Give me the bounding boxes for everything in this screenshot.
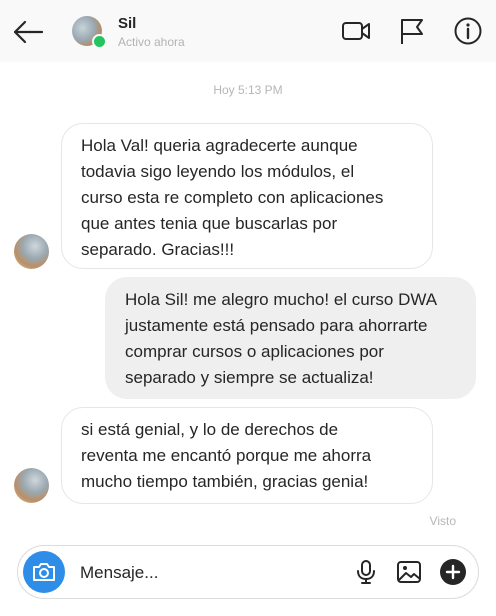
image-icon[interactable]	[395, 558, 423, 586]
plus-icon[interactable]	[439, 558, 467, 586]
seen-label: Visto	[429, 514, 456, 528]
contact-status: Activo ahora	[118, 35, 185, 49]
message-bubble-received[interactable]: si está genial, y lo de derechos de reve…	[61, 407, 433, 504]
sender-avatar[interactable]	[14, 468, 49, 503]
message-timestamp: Hoy 5:13 PM	[213, 83, 283, 97]
sender-avatar[interactable]	[14, 234, 49, 269]
message-bubble-sent[interactable]: Hola Sil! me alegro mucho! el curso DWA …	[105, 277, 476, 399]
camera-button[interactable]	[23, 551, 65, 593]
contact-name[interactable]: Sil	[118, 15, 136, 32]
chat-header: Sil Activo ahora	[0, 0, 496, 62]
video-camera-icon[interactable]	[341, 16, 371, 46]
back-arrow-icon[interactable]	[12, 19, 44, 45]
flag-icon[interactable]	[397, 16, 427, 46]
online-indicator	[92, 34, 107, 49]
message-input[interactable]	[78, 558, 342, 588]
message-composer	[17, 545, 479, 599]
message-bubble-received[interactable]: Hola Val! queria agradecerte aunque toda…	[61, 123, 433, 269]
microphone-icon[interactable]	[352, 558, 380, 586]
camera-icon	[33, 563, 55, 581]
info-icon[interactable]	[453, 16, 483, 46]
